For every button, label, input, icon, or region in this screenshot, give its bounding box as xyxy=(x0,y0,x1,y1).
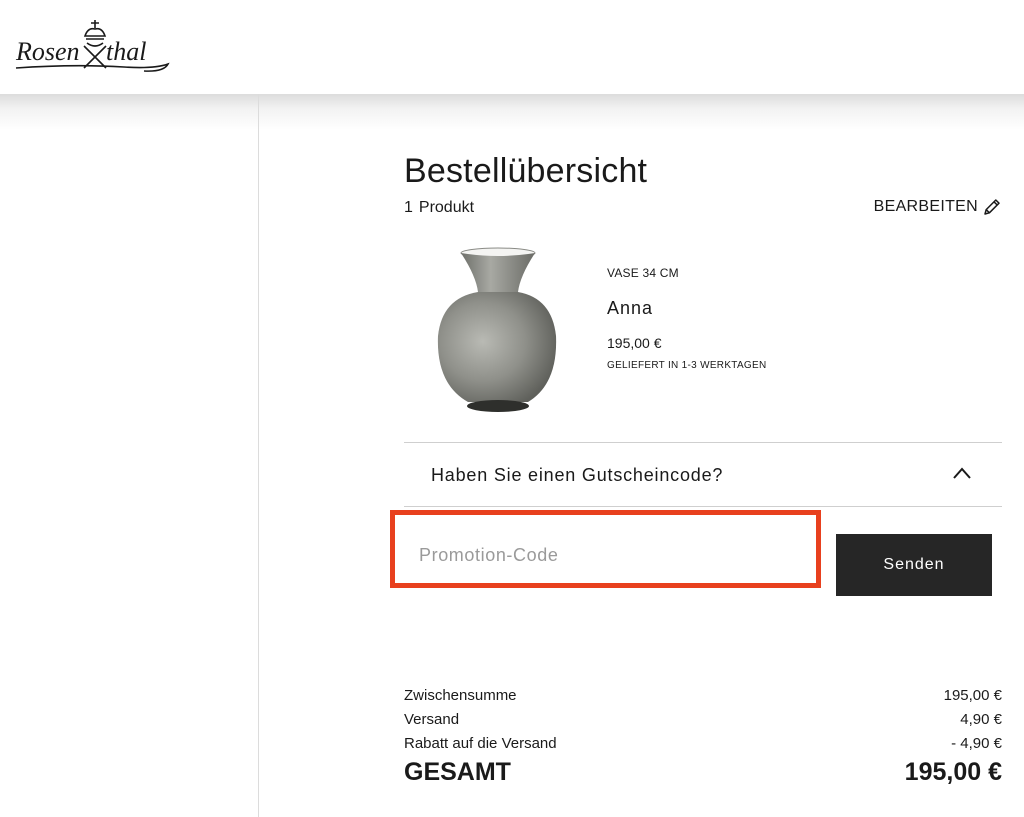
site-header: Rosen thal xyxy=(0,0,1024,94)
product-price: 195,00 € xyxy=(607,335,662,351)
discount-label: Rabatt auf die Versand xyxy=(404,735,557,752)
discount-value: - 4,90 € xyxy=(951,735,1002,752)
sidebar-divider xyxy=(258,94,259,817)
brand-logo[interactable]: Rosen thal xyxy=(14,14,172,74)
svg-text:thal: thal xyxy=(106,37,146,66)
coupon-toggle[interactable]: Haben Sie einen Gutscheincode? xyxy=(404,443,1002,506)
shipping-row: Versand 4,90 € xyxy=(404,711,1002,728)
send-button[interactable]: Senden xyxy=(836,534,992,596)
delivery-info: GELIEFERT IN 1-3 WERKTAGEN xyxy=(607,360,767,371)
discount-row: Rabatt auf die Versand - 4,90 € xyxy=(404,735,1002,752)
coupon-question: Haben Sie einen Gutscheincode? xyxy=(431,465,724,485)
product-name[interactable]: Anna xyxy=(607,298,653,319)
promo-code-input[interactable] xyxy=(404,532,808,578)
header-shadow xyxy=(0,94,1024,130)
page-title: Bestellübersicht xyxy=(404,152,648,190)
product-type: VASE 34 CM xyxy=(607,266,679,280)
total-label: GESAMT xyxy=(404,758,511,786)
product-count-label: Produkt xyxy=(418,199,475,216)
product-image[interactable] xyxy=(432,246,558,416)
subtotal-row: Zwischensumme 195,00 € xyxy=(404,687,1002,704)
shipping-label: Versand xyxy=(404,711,460,728)
total-row: GESAMT 195,00 € xyxy=(404,758,1002,787)
product-count: 1 Produkt xyxy=(404,199,474,217)
divider xyxy=(404,506,1002,507)
vase-image xyxy=(437,247,557,412)
chevron-up-icon xyxy=(953,467,971,479)
edit-order-link[interactable]: BEARBEITEN xyxy=(874,197,1002,217)
subtotal-label: Zwischensumme xyxy=(404,687,517,704)
pencil-icon xyxy=(984,199,1000,215)
total-value: 195,00 € xyxy=(904,758,1002,786)
subtotal-value: 195,00 € xyxy=(943,687,1002,704)
shipping-value: 4,90 € xyxy=(960,711,1002,728)
product-count-number: 1 xyxy=(404,199,413,216)
svg-text:Rosen: Rosen xyxy=(15,37,80,66)
rosenthal-logo: Rosen thal xyxy=(15,20,170,72)
edit-label: BEARBEITEN xyxy=(873,198,978,215)
